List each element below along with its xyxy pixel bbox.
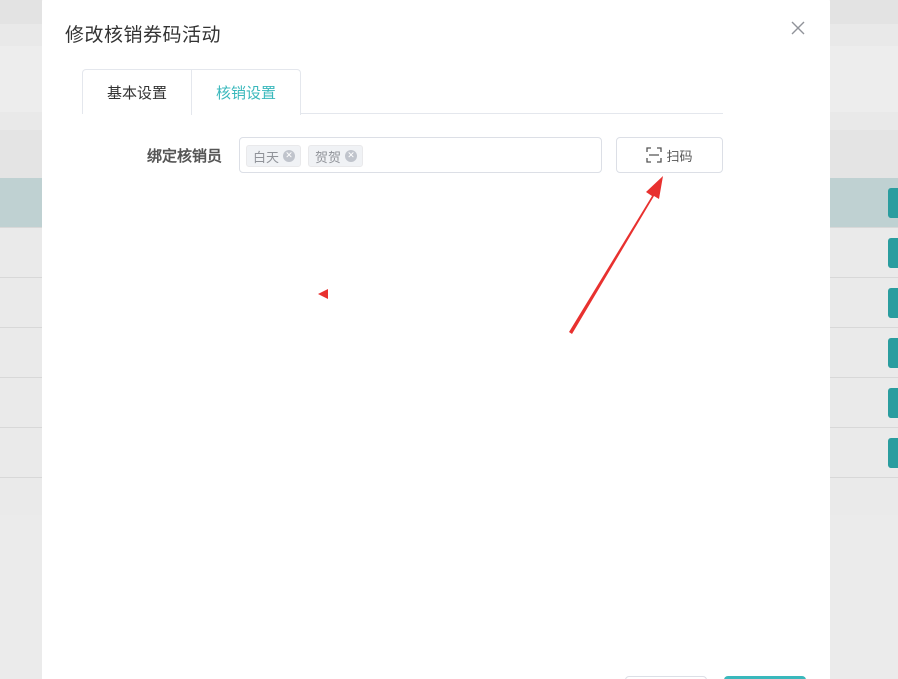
verifier-tag: 白天 ✕ xyxy=(246,145,301,167)
tag-close-icon[interactable]: ✕ xyxy=(345,150,358,162)
background-row-button xyxy=(888,188,898,218)
background-row-button xyxy=(888,338,898,368)
tab-basic-settings[interactable]: 基本设置 xyxy=(82,69,192,114)
edit-activity-dialog: 修改核销券码活动 基本设置 核销设置 绑定核销员 白天 ✕ 贺贺 ✕ 扫码 xyxy=(42,0,830,679)
tab-verification-settings[interactable]: 核销设置 xyxy=(191,69,301,115)
background-row-button xyxy=(888,238,898,268)
tag-close-icon[interactable]: ✕ xyxy=(283,150,296,162)
tab-bar: 基本设置 核销设置 xyxy=(82,69,723,115)
scan-button-label: 扫码 xyxy=(666,149,693,165)
verifier-select[interactable]: 白天 ✕ 贺贺 ✕ xyxy=(239,137,602,173)
scan-button[interactable]: 扫码 xyxy=(616,137,723,173)
verifier-tag: 贺贺 ✕ xyxy=(308,145,363,167)
dialog-title: 修改核销券码活动 xyxy=(65,24,222,46)
close-icon xyxy=(791,21,805,35)
background-row-button xyxy=(888,438,898,468)
background-row-button xyxy=(888,288,898,318)
background-row-button xyxy=(888,388,898,418)
verifier-label: 绑定核销员 xyxy=(147,147,223,165)
verifier-tag-label: 白天 xyxy=(253,150,280,166)
close-button[interactable] xyxy=(788,18,808,38)
verifier-tag-label: 贺贺 xyxy=(315,150,342,166)
scan-icon xyxy=(646,147,663,163)
